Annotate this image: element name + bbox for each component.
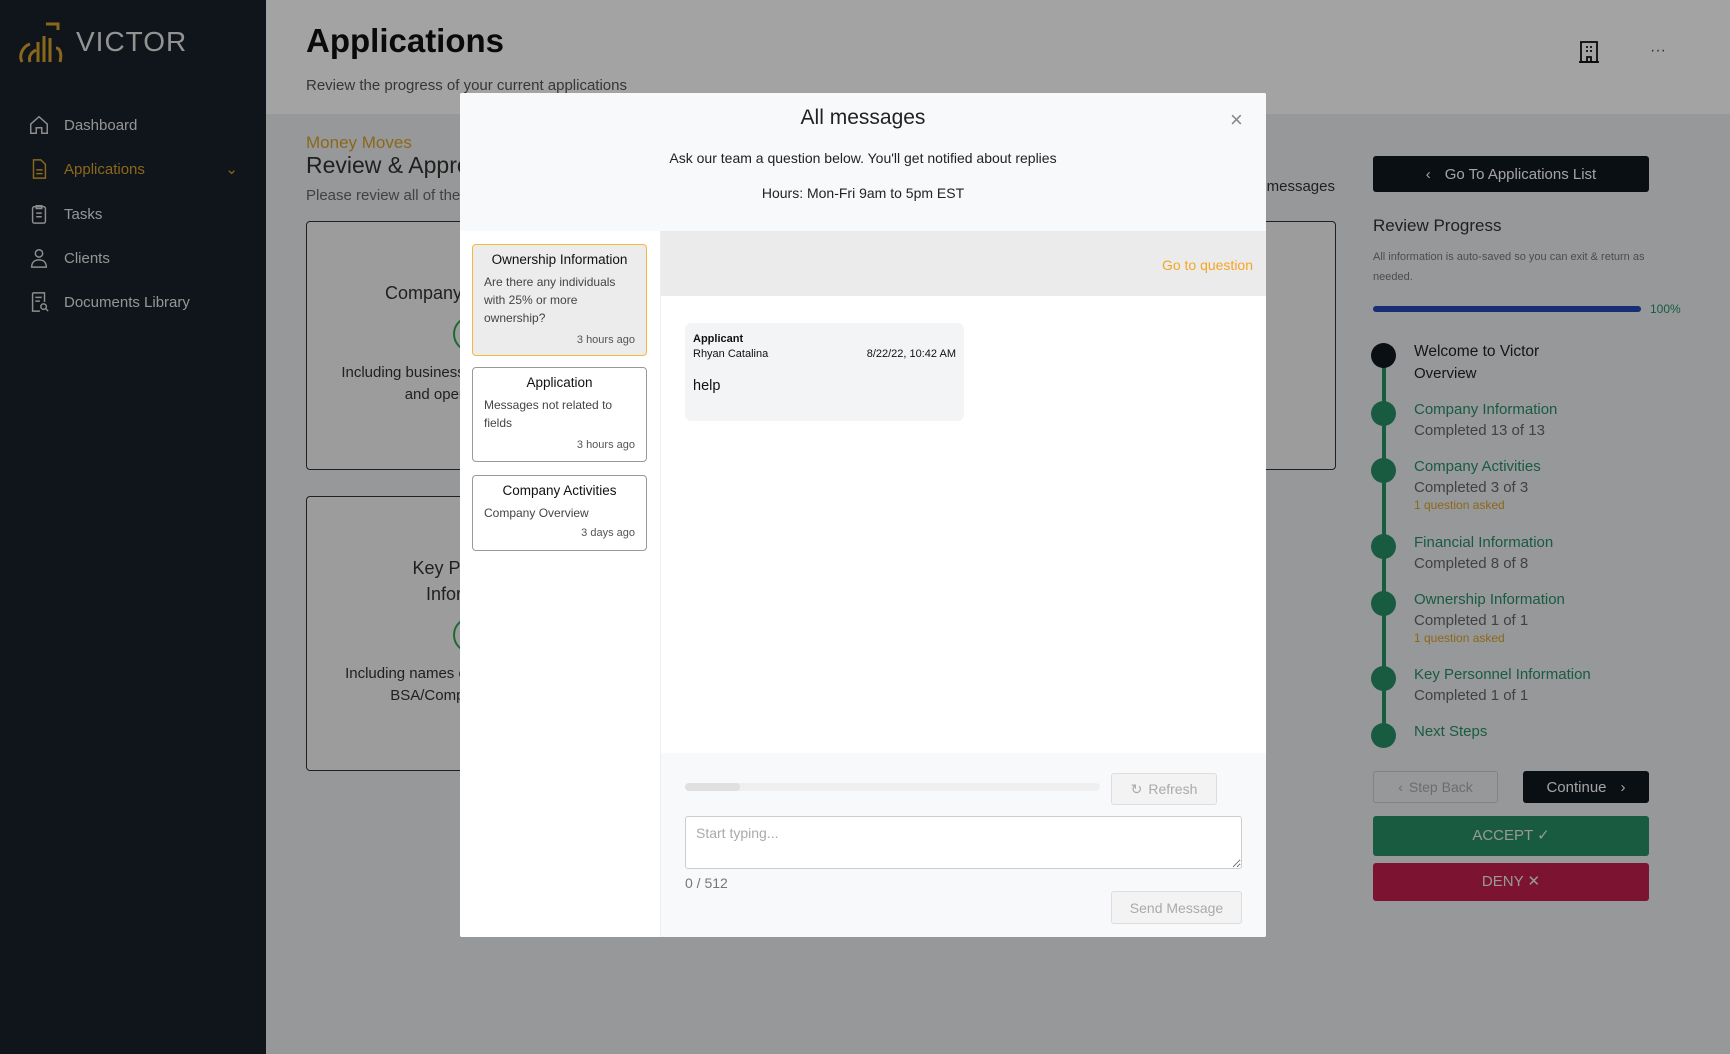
- message-text: help: [693, 378, 721, 394]
- message-time: 8/22/22, 10:42 AM: [866, 348, 956, 360]
- thread-body: Company Overview: [484, 506, 589, 520]
- character-counter: 0 / 512: [685, 875, 728, 891]
- refresh-button[interactable]: ↻ Refresh: [1111, 773, 1217, 805]
- thread-list: Ownership Information Are there any indiv…: [460, 231, 661, 937]
- thread-item[interactable]: Application Messages not related to field…: [472, 367, 647, 462]
- thread-body: Messages not related to fields: [484, 398, 613, 430]
- message-input[interactable]: [685, 816, 1242, 869]
- loading-bar: [685, 783, 1100, 791]
- thread-item[interactable]: Ownership Information Are there any indiv…: [472, 244, 647, 356]
- thread-age: 3 hours ago: [576, 439, 635, 451]
- go-to-question-link[interactable]: Go to question: [1162, 257, 1253, 273]
- send-message-button[interactable]: Send Message: [1111, 891, 1242, 924]
- thread-title: Application: [526, 375, 593, 390]
- composer: ↻ Refresh 0 / 512 Send Message: [661, 753, 1266, 937]
- thread-age: 3 hours ago: [576, 334, 635, 346]
- close-icon[interactable]: ×: [1230, 107, 1243, 133]
- thread-title: Company Activities: [502, 483, 617, 498]
- message-author: Rhyan Catalina: [693, 348, 769, 360]
- thread-body: Are there any individuals with 25% or mo…: [484, 275, 616, 325]
- thread-item[interactable]: Company Activities Company Overview 3 days…: [472, 475, 647, 551]
- message-role: Applicant: [693, 333, 744, 345]
- modal-subtitle: Ask our team a question below. You'll ge…: [669, 150, 1057, 166]
- modal-title: All messages: [800, 106, 926, 129]
- refresh-icon: ↻: [1130, 780, 1143, 797]
- support-hours: Hours: Mon-Fri 9am to 5pm EST: [761, 185, 965, 201]
- thread-title: Ownership Information: [491, 252, 628, 267]
- message-bubble: Applicant Rhyan Catalina 8/22/22, 10:42 A…: [685, 323, 964, 421]
- thread-age: 3 days ago: [581, 527, 635, 539]
- button-label: Refresh: [1148, 781, 1198, 797]
- thread-header: Go to question: [661, 231, 1266, 296]
- all-messages-modal: All messages Ask our team a question bel…: [460, 93, 1266, 937]
